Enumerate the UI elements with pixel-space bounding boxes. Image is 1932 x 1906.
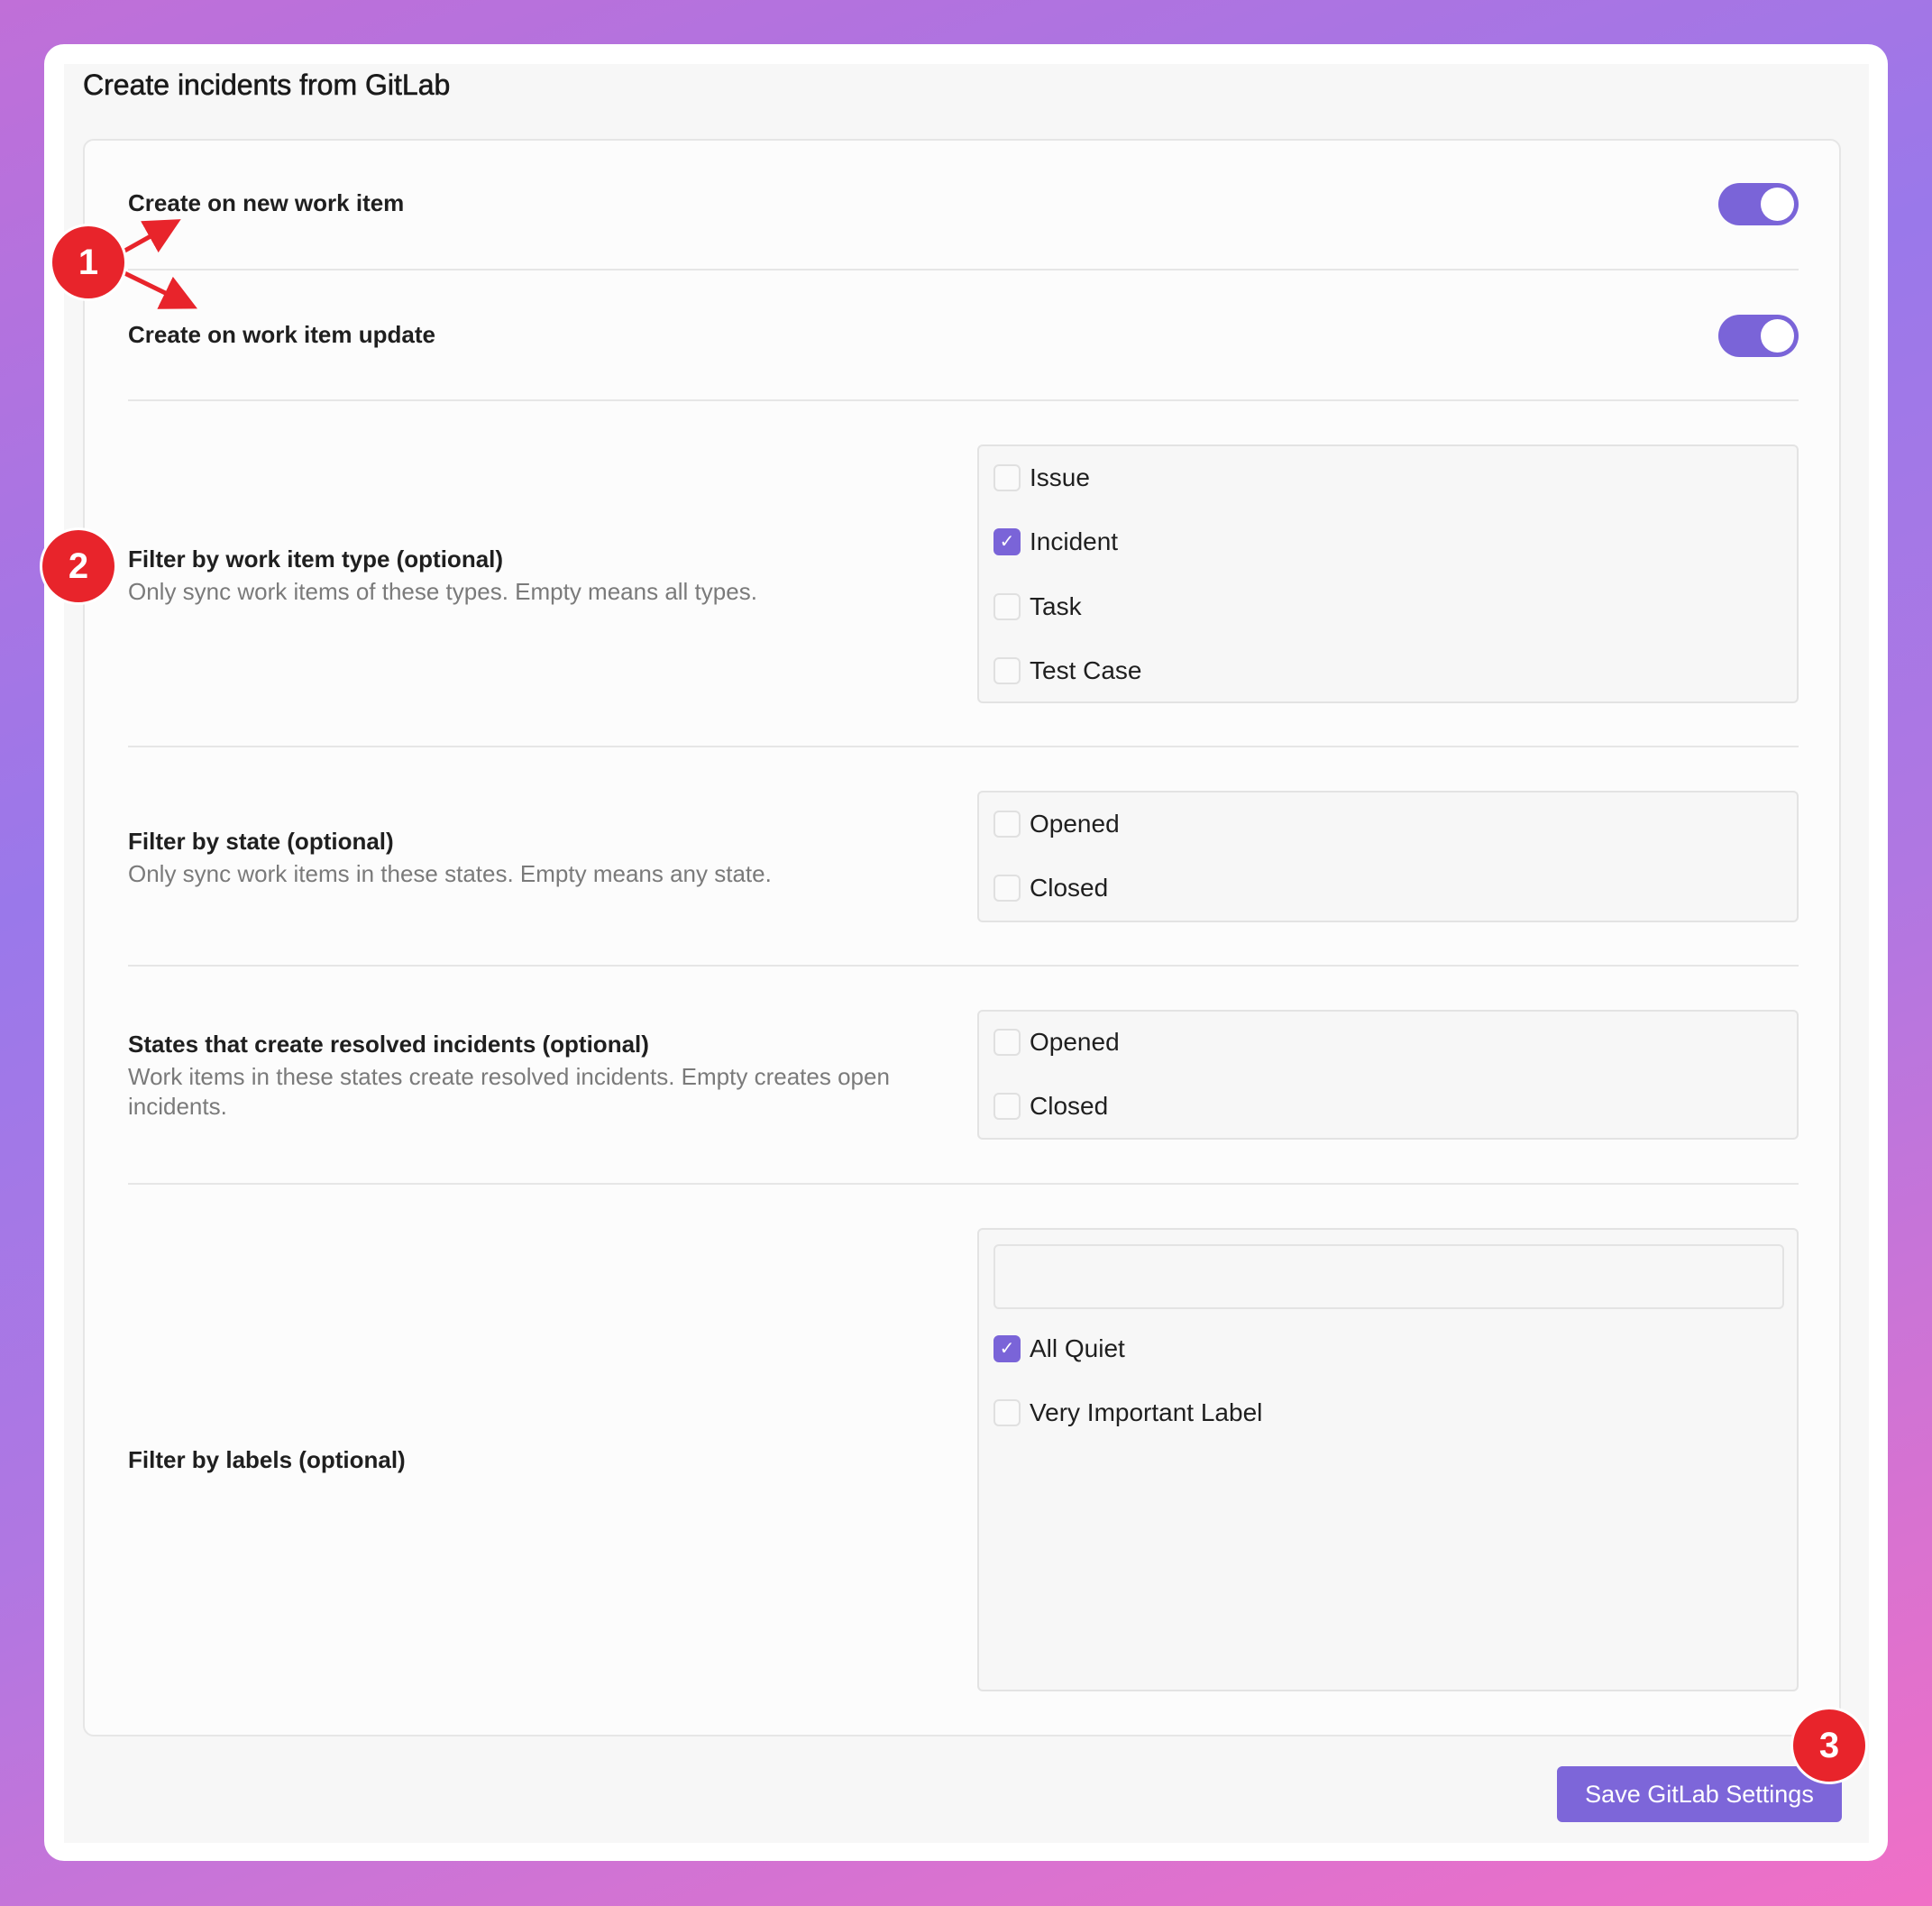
checkbox[interactable]	[993, 593, 1021, 620]
checkbox[interactable]	[993, 657, 1021, 684]
toggle-label-new-work-item: Create on new work item	[128, 189, 405, 216]
checkbox[interactable]	[993, 1093, 1021, 1120]
option-label: Issue	[1030, 463, 1090, 491]
label-option-all-quiet[interactable]: ✓ All Quiet	[993, 1333, 1125, 1365]
state-option-opened[interactable]: Opened	[993, 808, 1120, 840]
annotation-badge-3: 3	[1793, 1709, 1865, 1782]
checkbox-checked[interactable]: ✓	[993, 528, 1021, 555]
state-filter-description: Only sync work items in these states. Em…	[128, 860, 772, 887]
page-title: Create incidents from GitLab	[83, 69, 451, 102]
checkbox[interactable]	[993, 811, 1021, 838]
toggle-knob	[1761, 188, 1794, 221]
labels-filter-title: Filter by labels (optional)	[128, 1446, 406, 1473]
type-filter-title: Filter by work item type (optional)	[128, 545, 504, 573]
save-gitlab-settings-button[interactable]: Save GitLab Settings	[1557, 1766, 1842, 1822]
resolved-states-title: States that create resolved incidents (o…	[128, 1031, 649, 1058]
checkbox[interactable]	[993, 875, 1021, 902]
divider	[128, 965, 1799, 967]
type-option-task[interactable]: Task	[993, 591, 1082, 623]
option-label: Test Case	[1030, 656, 1142, 684]
toggle-label-work-item-update: Create on work item update	[128, 321, 435, 348]
divider	[128, 269, 1799, 270]
checkbox[interactable]	[993, 1029, 1021, 1056]
type-filter-options: Issue ✓ Incident Task Test Case	[977, 444, 1799, 703]
divider	[128, 1183, 1799, 1185]
checkbox-checked[interactable]: ✓	[993, 1335, 1021, 1362]
labels-search-input[interactable]	[993, 1244, 1784, 1309]
divider	[128, 399, 1799, 401]
option-label: Task	[1030, 592, 1082, 620]
option-label: Closed	[1030, 874, 1109, 902]
divider	[128, 746, 1799, 747]
resolved-option-closed[interactable]: Closed	[993, 1090, 1108, 1123]
state-option-closed[interactable]: Closed	[993, 872, 1108, 904]
option-label: Opened	[1030, 810, 1120, 838]
type-option-incident[interactable]: ✓ Incident	[993, 526, 1118, 558]
toggle-knob	[1761, 319, 1794, 353]
checkbox[interactable]	[993, 1399, 1021, 1426]
label-option-very-important[interactable]: Very Important Label	[993, 1397, 1262, 1429]
option-label: Very Important Label	[1030, 1398, 1263, 1426]
type-option-issue[interactable]: Issue	[993, 462, 1090, 494]
annotation-badge-2: 2	[42, 530, 114, 602]
labels-filter-options: ✓ All Quiet Very Important Label	[977, 1228, 1799, 1691]
option-label: All Quiet	[1030, 1334, 1125, 1362]
create-on-work-item-update-toggle[interactable]	[1718, 315, 1799, 357]
option-label: Closed	[1030, 1092, 1109, 1120]
resolved-states-description-line1: Work items in these states create resolv…	[128, 1063, 890, 1090]
create-on-new-work-item-toggle[interactable]	[1718, 183, 1799, 225]
resolved-states-options: Opened Closed	[977, 1010, 1799, 1140]
option-label: Incident	[1030, 527, 1119, 555]
annotation-badge-1: 1	[52, 226, 124, 298]
resolved-option-opened[interactable]: Opened	[993, 1026, 1120, 1058]
type-option-test-case[interactable]: Test Case	[993, 655, 1142, 687]
state-filter-title: Filter by state (optional)	[128, 828, 394, 855]
state-filter-options: Opened Closed	[977, 791, 1799, 922]
type-filter-description: Only sync work items of these types. Emp…	[128, 578, 757, 605]
checkbox[interactable]	[993, 464, 1021, 491]
resolved-states-description-line2: incidents.	[128, 1093, 227, 1120]
option-label: Opened	[1030, 1028, 1120, 1056]
